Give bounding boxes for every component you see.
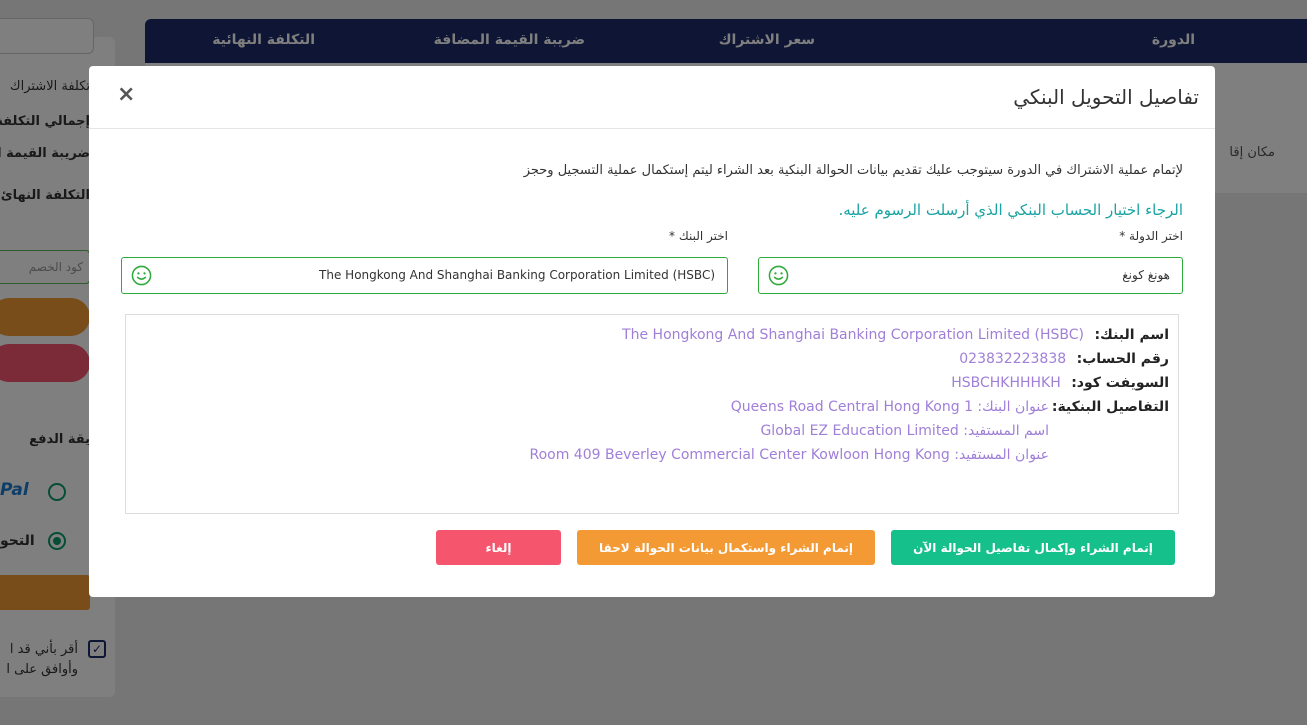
complete-now-button[interactable]: إتمام الشراء وإكمال تفاصيل الحوالة الآن bbox=[891, 530, 1175, 565]
intro-text: لإتمام عملية الاشتراك في الدورة سيتوجب ع… bbox=[523, 163, 1183, 178]
account-row: رقم الحساب: 023832223838 bbox=[959, 351, 1169, 367]
smile-icon bbox=[131, 265, 152, 286]
bank-transfer-modal: تفاصيل التحويل البنكي × لإتمام عملية الا… bbox=[89, 66, 1215, 597]
complete-later-button[interactable]: إتمام الشراء واستكمال بيانات الحوالة لاح… bbox=[577, 530, 875, 565]
swift-row: السويفت كود: HSBCHKHHHKH bbox=[951, 375, 1169, 391]
close-icon[interactable]: × bbox=[117, 84, 135, 106]
country-label: اختر الدولة * bbox=[1119, 229, 1183, 243]
bank-select[interactable]: The Hongkong And Shanghai Banking Corpor… bbox=[121, 257, 728, 294]
bank-details-box: اسم البنك: The Hongkong And Shanghai Ban… bbox=[125, 314, 1179, 514]
country-select[interactable]: هونغ كونغ bbox=[758, 257, 1183, 294]
cancel-button[interactable]: إلغاء bbox=[436, 530, 561, 565]
select-account-prompt: الرجاء اختيار الحساب البنكي الذي أرسلت ا… bbox=[838, 201, 1183, 219]
bank-name-value: The Hongkong And Shanghai Banking Corpor… bbox=[622, 327, 1084, 343]
swift-value: HSBCHKHHHKH bbox=[951, 375, 1061, 391]
bank-value: The Hongkong And Shanghai Banking Corpor… bbox=[319, 268, 715, 282]
modal-title: تفاصيل التحويل البنكي bbox=[1013, 85, 1199, 109]
bank-details-row: التفاصيل البنكية: bbox=[1051, 399, 1169, 415]
bank-address: عنوان البنك: 1 Queens Road Central Hong … bbox=[730, 399, 1049, 415]
country-value: هونغ كونغ bbox=[1122, 268, 1170, 282]
bank-name-row: اسم البنك: The Hongkong And Shanghai Ban… bbox=[622, 327, 1169, 343]
bank-label: اختر البنك * bbox=[669, 229, 728, 243]
smile-icon bbox=[768, 265, 789, 286]
modal-header: تفاصيل التحويل البنكي × bbox=[89, 66, 1215, 129]
beneficiary-name: اسم المستفيد: Global EZ Education Limite… bbox=[760, 423, 1049, 439]
account-value: 023832223838 bbox=[959, 351, 1067, 367]
beneficiary-address: عنوان المستفيد: Room 409 Beverley Commer… bbox=[529, 447, 1049, 463]
